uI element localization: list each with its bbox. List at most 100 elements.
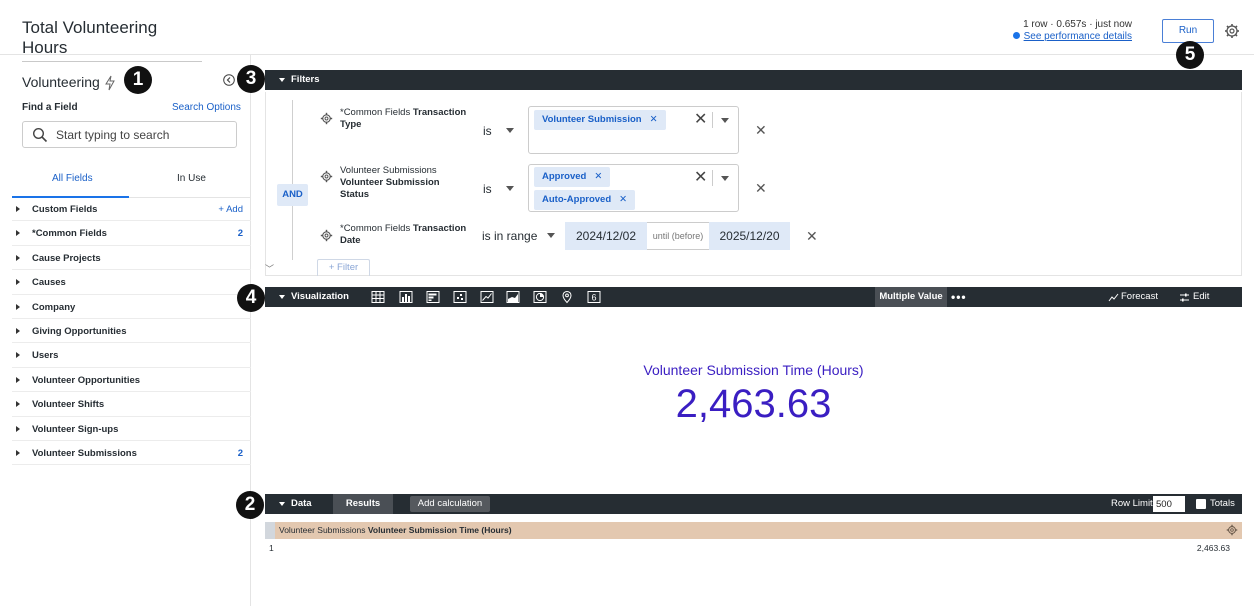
results-column-header[interactable]: Volunteer Submissions Volunteer Submissi… [265,522,1242,539]
filter-options-gear-icon[interactable] [320,170,333,183]
table-icon[interactable] [371,290,385,304]
to-date-input[interactable]: 2025/12/20 [709,222,790,250]
filter-value-chip[interactable]: Approved ✕ [534,167,611,187]
scatter-icon[interactable] [453,290,467,304]
clear-values-icon[interactable]: ✕ [694,109,707,129]
column-gear-icon[interactable] [1226,524,1238,536]
section-collapse-caret-icon[interactable] [279,295,285,299]
field-picker-panel: Volunteering Find a Field Search Options… [0,55,251,606]
forecast-icon [1108,293,1119,302]
filter-group-connector [292,100,293,260]
visualization-section-bar[interactable]: Visualization 6 Multiple Value ••• Forec… [265,287,1242,307]
multiple-value-viz-button[interactable]: Multiple Value [875,287,947,307]
tab-results[interactable]: Results [333,494,393,514]
filter-operator-select[interactable]: is [483,124,514,138]
single-value-title: Volunteer Submission Time (Hours) [643,362,864,378]
field-search-box[interactable] [22,121,237,148]
filter-operator-value: is in range [482,229,538,243]
forecast-button[interactable]: Forecast [1121,291,1158,302]
field-group-volunteer-sign-ups[interactable]: Volunteer Sign-ups [12,417,251,441]
map-pin-icon[interactable] [560,290,574,304]
clear-values-icon[interactable]: ✕ [694,167,707,187]
tab-all-fields[interactable]: All Fields [52,173,93,184]
remove-chip-icon[interactable]: ✕ [619,194,627,205]
filter-field-view: *Common Fields [340,107,411,118]
expand-arrow-icon [16,352,20,359]
expand-arrow-icon [16,327,20,334]
filter-field-view: Volunteer Submissions [340,165,437,176]
filter-value-chip[interactable]: Volunteer Submission ✕ [534,110,666,130]
lightning-bolt-icon[interactable] [104,75,116,91]
run-button[interactable]: Run [1162,19,1214,43]
remove-chip-icon[interactable]: ✕ [594,171,602,182]
single-value-icon[interactable]: 6 [587,290,601,304]
remove-filter-icon[interactable]: ✕ [755,122,767,139]
data-section-bar[interactable]: Data Results Add calculation Row Limit T… [265,494,1242,514]
filter-value-box[interactable]: Approved ✕ Auto-Approved ✕ ✕ [528,164,739,212]
performance-link[interactable]: See performance details [1024,31,1132,42]
field-group-users[interactable]: Users [12,343,251,368]
totals-checkbox[interactable] [1196,499,1206,509]
remove-filter-icon[interactable]: ✕ [806,228,818,245]
field-search-input[interactable] [56,126,226,144]
collapse-panel-icon[interactable] [223,74,235,86]
filter-operator-select[interactable]: is [483,182,514,196]
add-custom-field-button[interactable]: + Add [218,204,243,215]
divider [712,170,713,186]
chevron-down-icon[interactable] [721,118,729,123]
line-chart-icon[interactable] [480,290,494,304]
tab-in-use[interactable]: In Use [177,173,206,184]
from-date-input[interactable]: 2024/12/02 [565,222,647,250]
field-group-volunteer-submissions[interactable]: Volunteer Submissions 2 [12,441,251,466]
and-operator[interactable]: AND [277,184,308,206]
edit-visualization-button[interactable]: Edit [1193,291,1209,302]
filter-field-name: *Common Fields Transaction Date [340,223,470,247]
field-tabs: All Fields In Use [12,168,251,198]
area-chart-icon[interactable] [506,290,520,304]
single-value-number: 2,463.63 [675,382,832,426]
chevron-down-icon [505,128,514,133]
pie-chart-icon[interactable] [533,290,547,304]
filter-value-box[interactable]: Volunteer Submission ✕ ✕ [528,106,739,154]
field-group-causes[interactable]: Causes [12,270,251,295]
section-collapse-caret-icon[interactable] [279,502,285,506]
field-group-label: Causes [32,277,66,289]
field-group-custom-fields[interactable]: Custom Fields + Add [12,197,251,222]
divider [712,112,713,128]
filter-field-name: Volunteer Submissions Volunteer Submissio… [340,165,470,201]
settings-gear-icon[interactable] [1224,23,1240,39]
filters-section-bar[interactable]: Filters [265,70,1242,90]
field-group-label: Company [32,301,76,313]
in-use-count: 2 [237,228,243,240]
add-filter-button[interactable]: + Filter [317,259,370,276]
field-group-label: Volunteer Submissions [32,447,137,459]
filter-options-gear-icon[interactable] [320,112,333,125]
field-group-giving-opportunities[interactable]: Giving Opportunities [12,319,251,344]
column-chart-icon[interactable] [399,290,413,304]
filter-options-gear-icon[interactable] [320,229,333,242]
section-collapse-caret-icon[interactable] [279,78,285,82]
more-viz-options-icon[interactable]: ••• [951,290,967,304]
field-group-volunteer-opportunities[interactable]: Volunteer Opportunities [12,368,251,393]
chevron-down-icon[interactable] [721,176,729,181]
header-bar: Total Volunteering Hours 1 row · 0.657s … [0,0,1254,62]
field-group-volunteer-shifts[interactable]: Volunteer Shifts [12,392,251,417]
field-group-common-fields[interactable]: *Common Fields 2 [12,221,251,246]
filter-field-bold-2: Volunteer Submission Status [340,177,440,200]
filter-operator-select[interactable]: is in range [482,229,556,243]
field-group-cause-projects[interactable]: Cause Projects [12,246,251,271]
column-view-name: Volunteer Submissions [279,525,366,535]
callout-badge-5: 5 [1176,41,1204,69]
filter-value-chip[interactable]: Auto-Approved ✕ [534,190,636,210]
search-options-link[interactable]: Search Options [172,102,241,113]
filters-section-label: Filters [291,74,320,85]
expand-filters-chevron-icon[interactable]: ﹀ [265,262,274,275]
find-field-label: Find a Field [22,102,78,113]
add-calculation-button[interactable]: Add calculation [410,496,490,512]
remove-filter-icon[interactable]: ✕ [755,180,767,197]
row-limit-input[interactable] [1153,496,1185,512]
bar-chart-icon[interactable] [426,290,440,304]
remove-chip-icon[interactable]: ✕ [650,114,658,125]
field-group-company[interactable]: Company [12,295,251,319]
explore-page: Total Volunteering Hours 1 row · 0.657s … [0,0,1254,606]
